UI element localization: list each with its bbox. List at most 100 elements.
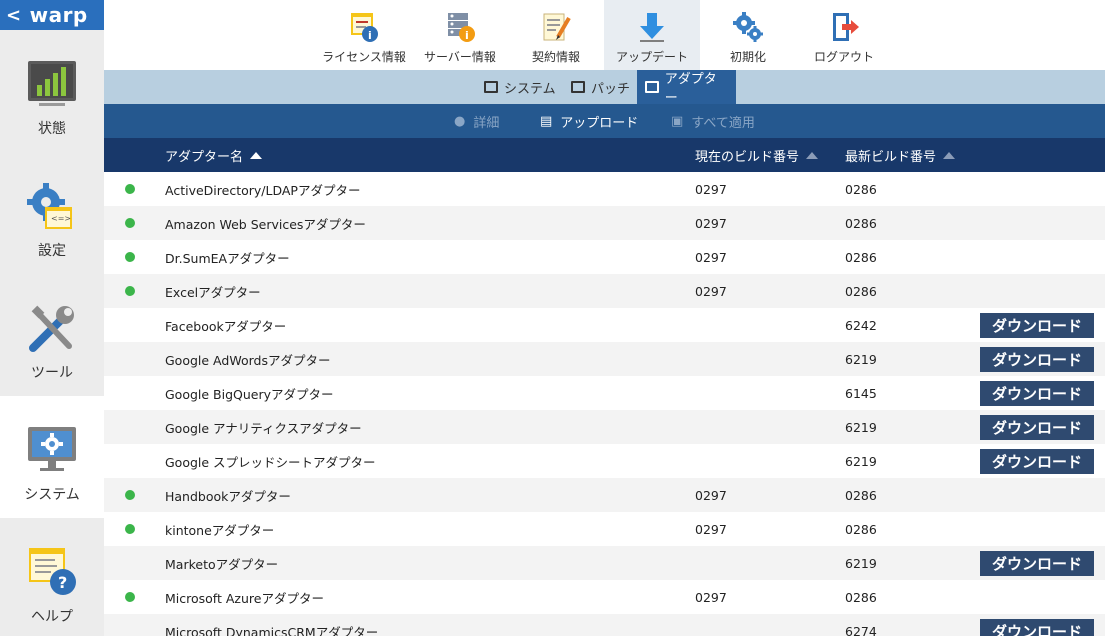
brand-back-link[interactable]: < warp [0, 0, 104, 30]
latest-build-cell: 0286 [845, 521, 877, 537]
adapter-table-body: ActiveDirectory/LDAPアダプター 0297 0286 Amazon … [104, 172, 1105, 636]
table-row[interactable]: Google スプレッドシートアダプター 6219 ダウンロード [104, 444, 1105, 478]
sort-icon [806, 151, 819, 159]
subtab-strip: システム パッチ アダプター [104, 70, 1105, 106]
current-build-cell: 0297 [695, 283, 727, 299]
current-build-cell: 0297 [695, 215, 727, 231]
toolbar-license-info[interactable]: i ライセンス情報 [316, 0, 412, 70]
table-row[interactable]: ActiveDirectory/LDAPアダプター 0297 0286 [104, 172, 1105, 206]
adapter-name-cell: Facebookアダプター [165, 318, 287, 334]
download-button[interactable]: ダウンロード [980, 619, 1094, 636]
table-row[interactable]: Facebookアダプター 6242 ダウンロード [104, 308, 1105, 342]
tab-label: システム [504, 81, 556, 97]
adapter-name-cell: Microsoft Azureアダプター [165, 590, 324, 606]
toolbar-label: ライセンス情報 [322, 50, 406, 64]
latest-build-cell: 6219 [845, 351, 877, 367]
column-label: 現在のビルド番号 [695, 149, 800, 165]
toolbar-update[interactable]: アップデート [604, 0, 700, 70]
tab-patch[interactable]: パッチ [563, 70, 638, 104]
table-row[interactable]: Handbookアダプター 0297 0286 [104, 478, 1105, 512]
adapter-name-cell: Excelアダプター [165, 284, 261, 300]
adapter-name-cell: Google アナリティクスアダプター [165, 420, 362, 436]
table-row[interactable]: Excelアダプター 0297 0286 [104, 274, 1105, 308]
logout-icon [828, 11, 860, 43]
initialize-gears-icon [732, 11, 764, 43]
toolbar-label: 初期化 [729, 50, 766, 64]
toolbar-label: 契約情報 [531, 50, 580, 64]
column-label: アダプター名 [165, 149, 244, 165]
sidebar-item-help[interactable]: ? ヘルプ [0, 518, 104, 640]
adapter-name-cell: kintoneアダプター [165, 522, 275, 538]
installed-status-dot [125, 252, 135, 262]
upload-icon: ▤ [540, 113, 553, 129]
download-button[interactable]: ダウンロード [980, 551, 1094, 576]
update-download-icon [636, 11, 668, 43]
server-info-icon: i [444, 11, 476, 43]
toolbar-initialize[interactable]: 初期化 [700, 0, 796, 70]
back-chevron-icon: < [6, 4, 22, 26]
contract-icon [540, 11, 572, 43]
apply-all-button[interactable]: ▣ すべて適用 [671, 104, 755, 138]
column-header-adapter-name[interactable]: アダプター名 [165, 138, 263, 172]
adapter-name-cell: Amazon Web Servicesアダプター [165, 216, 366, 232]
column-header-latest-build[interactable]: 最新ビルド番号 [845, 138, 956, 172]
table-row[interactable]: Dr.SumEAアダプター 0297 0286 [104, 240, 1105, 274]
sidebar-item-system[interactable]: システム [0, 396, 104, 518]
upload-button[interactable]: ▤ アップロード [540, 104, 638, 138]
table-row[interactable]: Google BigQueryアダプター 6145 ダウンロード [104, 376, 1105, 410]
sidebar-item-label: 状態 [38, 121, 66, 137]
sidebar-item-label: ツール [31, 365, 73, 381]
tab-adapter[interactable]: アダプター [637, 70, 736, 106]
settings-gear-icon: <=> [25, 180, 79, 234]
patch-icon [571, 81, 585, 93]
toolbar-server-info[interactable]: i サーバー情報 [412, 0, 508, 70]
tab-label: パッチ [591, 81, 631, 97]
table-row[interactable]: Marketoアダプター 6219 ダウンロード [104, 546, 1105, 580]
top-toolbar: i ライセンス情報 i サーバー情報 契約情報 アップデート 初期化 ログアウト [104, 0, 1105, 70]
download-button[interactable]: ダウンロード [980, 347, 1094, 372]
table-row[interactable]: Google アナリティクスアダプター 6219 ダウンロード [104, 410, 1105, 444]
sidebar: < warp 状態 <=> 設定 ツール システム ? ヘルプ [0, 0, 104, 636]
latest-build-cell: 6219 [845, 419, 877, 435]
download-button[interactable]: ダウンロード [980, 381, 1094, 406]
download-button[interactable]: ダウンロード [980, 415, 1094, 440]
latest-build-cell: 0286 [845, 589, 877, 605]
installed-status-dot [125, 490, 135, 500]
column-header-current-build[interactable]: 現在のビルド番号 [695, 138, 819, 172]
adapter-name-cell: Marketoアダプター [165, 556, 279, 572]
table-row[interactable]: Amazon Web Servicesアダプター 0297 0286 [104, 206, 1105, 240]
sidebar-item-tools[interactable]: ツール [0, 274, 104, 396]
table-row[interactable]: kintoneアダプター 0297 0286 [104, 512, 1105, 546]
detail-icon: ● [454, 113, 466, 129]
table-row[interactable]: Microsoft DynamicsCRMアダプター 6274 ダウンロード [104, 614, 1105, 636]
installed-status-dot [125, 218, 135, 228]
current-build-cell: 0297 [695, 521, 727, 537]
toolbar-contract-info[interactable]: 契約情報 [508, 0, 604, 70]
download-button[interactable]: ダウンロード [980, 449, 1094, 474]
sidebar-item-status[interactable]: 状態 [0, 30, 104, 152]
table-row[interactable]: Google AdWordsアダプター 6219 ダウンロード [104, 342, 1105, 376]
latest-build-cell: 6219 [845, 453, 877, 469]
sidebar-item-label: システム [24, 487, 80, 503]
sidebar-item-settings[interactable]: <=> 設定 [0, 152, 104, 274]
table-row[interactable]: Microsoft Azureアダプター 0297 0286 [104, 580, 1105, 614]
current-build-cell: 0297 [695, 487, 727, 503]
detail-button[interactable]: ● 詳細 [454, 104, 499, 138]
action-label: 詳細 [473, 115, 500, 131]
toolbar-label: ログアウト [813, 50, 874, 64]
tab-system[interactable]: システム [476, 70, 564, 104]
toolbar-logout[interactable]: ログアウト [796, 0, 892, 70]
adapter-name-cell: ActiveDirectory/LDAPアダプター [165, 182, 361, 198]
brand-name: warp [29, 3, 88, 27]
svg-text:i: i [368, 29, 372, 42]
help-icon: ? [25, 546, 79, 600]
column-label: 最新ビルド番号 [845, 149, 937, 165]
current-build-cell: 0297 [695, 589, 727, 605]
download-button[interactable]: ダウンロード [980, 313, 1094, 338]
adapter-name-cell: Google BigQueryアダプター [165, 386, 334, 402]
adapter-name-cell: Google スプレッドシートアダプター [165, 454, 376, 470]
latest-build-cell: 6219 [845, 555, 877, 571]
table-header: アダプター名 現在のビルド番号 最新ビルド番号 [104, 138, 1105, 172]
adapter-name-cell: Dr.SumEAアダプター [165, 250, 290, 266]
adapter-icon [645, 81, 659, 93]
